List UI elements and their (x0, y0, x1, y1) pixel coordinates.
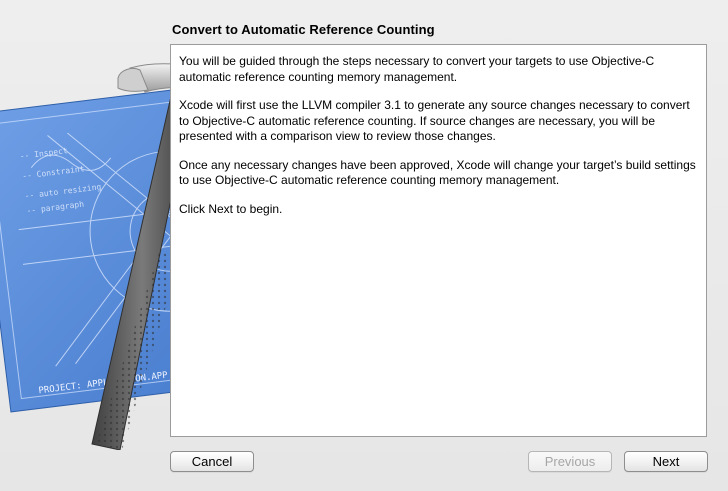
paragraph-build-settings: Once any necessary changes have been app… (179, 157, 696, 188)
next-button[interactable]: Next (624, 451, 708, 472)
cancel-button[interactable]: Cancel (170, 451, 254, 472)
previous-button[interactable]: Previous (528, 451, 612, 472)
assistant-sheet: -- Inspect -- Constraint -- auto resizin… (0, 0, 728, 491)
description-text: You will be guided through the steps nec… (179, 54, 696, 230)
paragraph-intro: You will be guided through the steps nec… (179, 54, 655, 84)
content-panel: You will be guided through the steps nec… (170, 44, 707, 437)
paragraph-instruction: Click Next to begin. (179, 201, 283, 216)
paragraph-compiler: Xcode will first use the LLVM compiler 3… (179, 98, 690, 143)
dialog-title: Convert to Automatic Reference Counting (172, 22, 435, 37)
